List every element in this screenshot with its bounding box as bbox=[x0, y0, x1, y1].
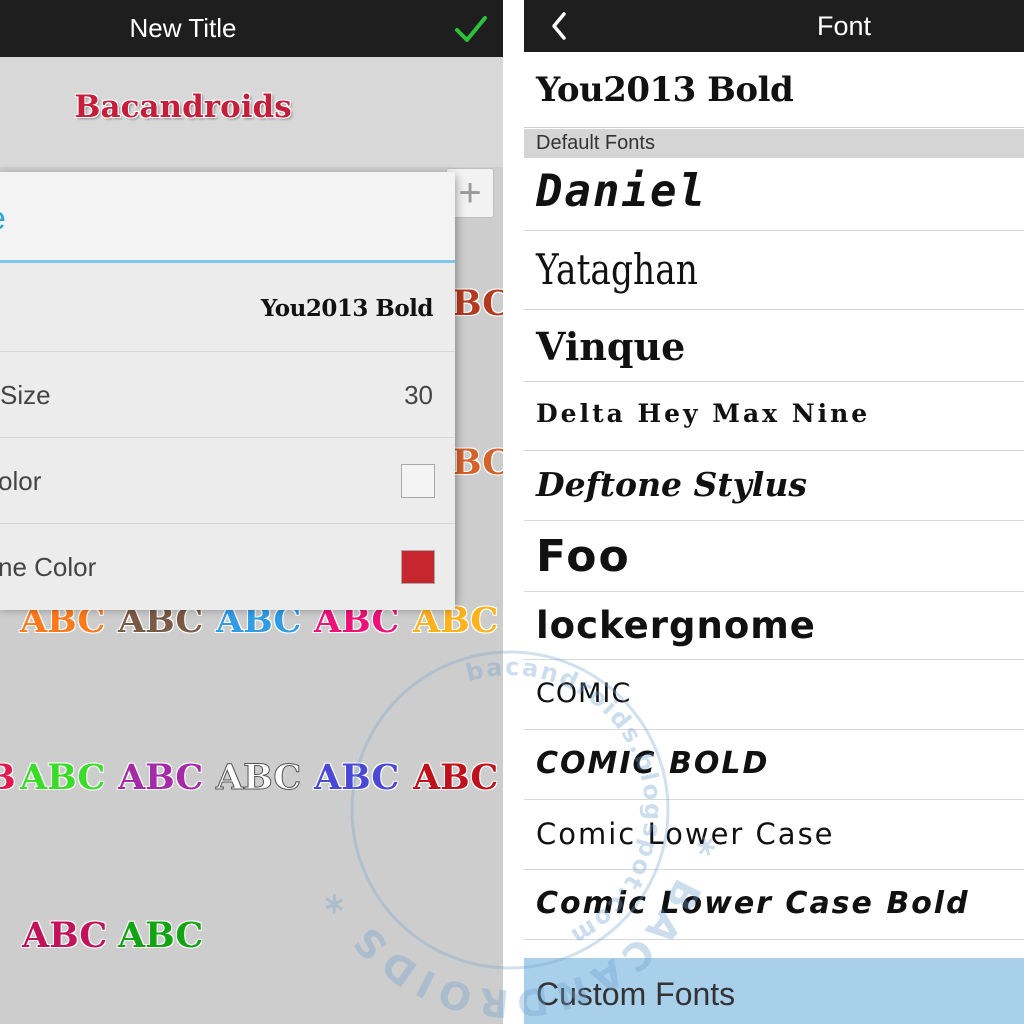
font-item-label: Deftone Stylus bbox=[536, 465, 807, 504]
title-editor-screen: BC BC ABC ABC ABC ABC ABC B ABC ABC ABC … bbox=[0, 0, 503, 1024]
preview-text: Bacandroids bbox=[74, 89, 292, 125]
font-item-comic-lower-case-bold[interactable]: Comic Lower Case Bold bbox=[524, 870, 1024, 940]
font-item-label: Comic Lower Case bbox=[536, 817, 835, 851]
font-row[interactable]: You2013 Bold bbox=[0, 266, 455, 352]
font-item-label: COMIC BOLD bbox=[536, 746, 770, 781]
style-sample[interactable]: B bbox=[0, 757, 16, 798]
dialog-title: e bbox=[0, 200, 6, 237]
check-icon[interactable] bbox=[448, 6, 494, 52]
font-item-label: Comic Lower Case Bold bbox=[536, 886, 970, 921]
title-bar: Font bbox=[524, 0, 1024, 52]
color-row[interactable]: olor bbox=[0, 438, 455, 524]
style-dialog: e You2013 Bold Size 30 olor ne Color bbox=[0, 172, 455, 610]
section-header-label: Default Fonts bbox=[536, 132, 655, 154]
color-label: olor bbox=[0, 466, 42, 496]
screen-title: New Title bbox=[129, 13, 237, 43]
font-item-label: Daniel bbox=[536, 166, 707, 217]
font-item-deftone-stylus[interactable]: Deftone Stylus bbox=[524, 451, 1024, 521]
font-item-label: lockergnome bbox=[536, 604, 816, 647]
selected-font-name: You2013 Bold bbox=[536, 70, 794, 110]
font-item-daniel[interactable]: Daniel bbox=[524, 158, 1024, 231]
dialog-header: e bbox=[0, 172, 455, 263]
selected-font: You2013 Bold bbox=[524, 52, 1024, 128]
font-item-label: Vinque bbox=[536, 324, 686, 369]
font-item-delta-hey-max-nine[interactable]: Delta Hey Max Nine bbox=[524, 382, 1024, 451]
size-row[interactable]: Size 30 bbox=[0, 352, 455, 438]
style-sample[interactable]: ABC bbox=[413, 757, 498, 798]
style-sample[interactable]: ABC bbox=[20, 757, 105, 798]
title-bar: New Title bbox=[0, 0, 503, 57]
style-sample[interactable]: ABC bbox=[314, 757, 399, 798]
size-value: 30 bbox=[404, 380, 433, 410]
title-preview: Bacandroids bbox=[0, 57, 503, 167]
style-sample[interactable]: BC bbox=[452, 442, 503, 483]
font-item-vinque[interactable]: Vinque bbox=[524, 310, 1024, 382]
font-item-comic[interactable]: COMIC bbox=[524, 660, 1024, 730]
font-item-comic-lower-case[interactable]: Comic Lower Case bbox=[524, 800, 1024, 870]
font-item-lockergnome[interactable]: lockergnome bbox=[524, 592, 1024, 660]
font-value: You2013 Bold bbox=[260, 295, 434, 322]
outline-color-label: ne Color bbox=[0, 552, 97, 582]
style-sample[interactable]: ABC bbox=[22, 915, 107, 956]
section-header: Default Fonts bbox=[524, 129, 1024, 158]
font-item-label: COMIC bbox=[536, 678, 632, 709]
font-item-label: Foo bbox=[536, 531, 631, 582]
style-sample[interactable]: BC bbox=[452, 283, 503, 324]
custom-fonts-label: Custom Fonts bbox=[536, 976, 736, 1012]
font-item-foo[interactable]: Foo bbox=[524, 521, 1024, 592]
font-item-yataghan[interactable]: Yataghan bbox=[524, 231, 1024, 310]
color-swatch[interactable] bbox=[401, 464, 435, 498]
screen-title: Font bbox=[816, 11, 872, 41]
custom-fonts-button[interactable]: Custom Fonts bbox=[524, 958, 1024, 1024]
size-label: Size bbox=[0, 380, 51, 410]
style-sample[interactable]: ABC bbox=[118, 915, 203, 956]
outline-color-swatch[interactable] bbox=[401, 550, 435, 584]
font-picker-screen: Font You2013 Bold Default Fonts Daniel Y… bbox=[524, 0, 1024, 1024]
style-sample[interactable]: ABC bbox=[118, 757, 203, 798]
font-item-label: Delta Hey Max Nine bbox=[536, 399, 871, 428]
plus-icon: + bbox=[458, 171, 482, 215]
outline-color-row[interactable]: ne Color bbox=[0, 524, 455, 610]
style-sample[interactable]: ABC bbox=[215, 757, 301, 799]
font-item-comic-bold[interactable]: COMIC BOLD bbox=[524, 730, 1024, 800]
chevron-left-icon[interactable] bbox=[540, 6, 580, 46]
font-item-label: Yataghan bbox=[536, 245, 698, 294]
